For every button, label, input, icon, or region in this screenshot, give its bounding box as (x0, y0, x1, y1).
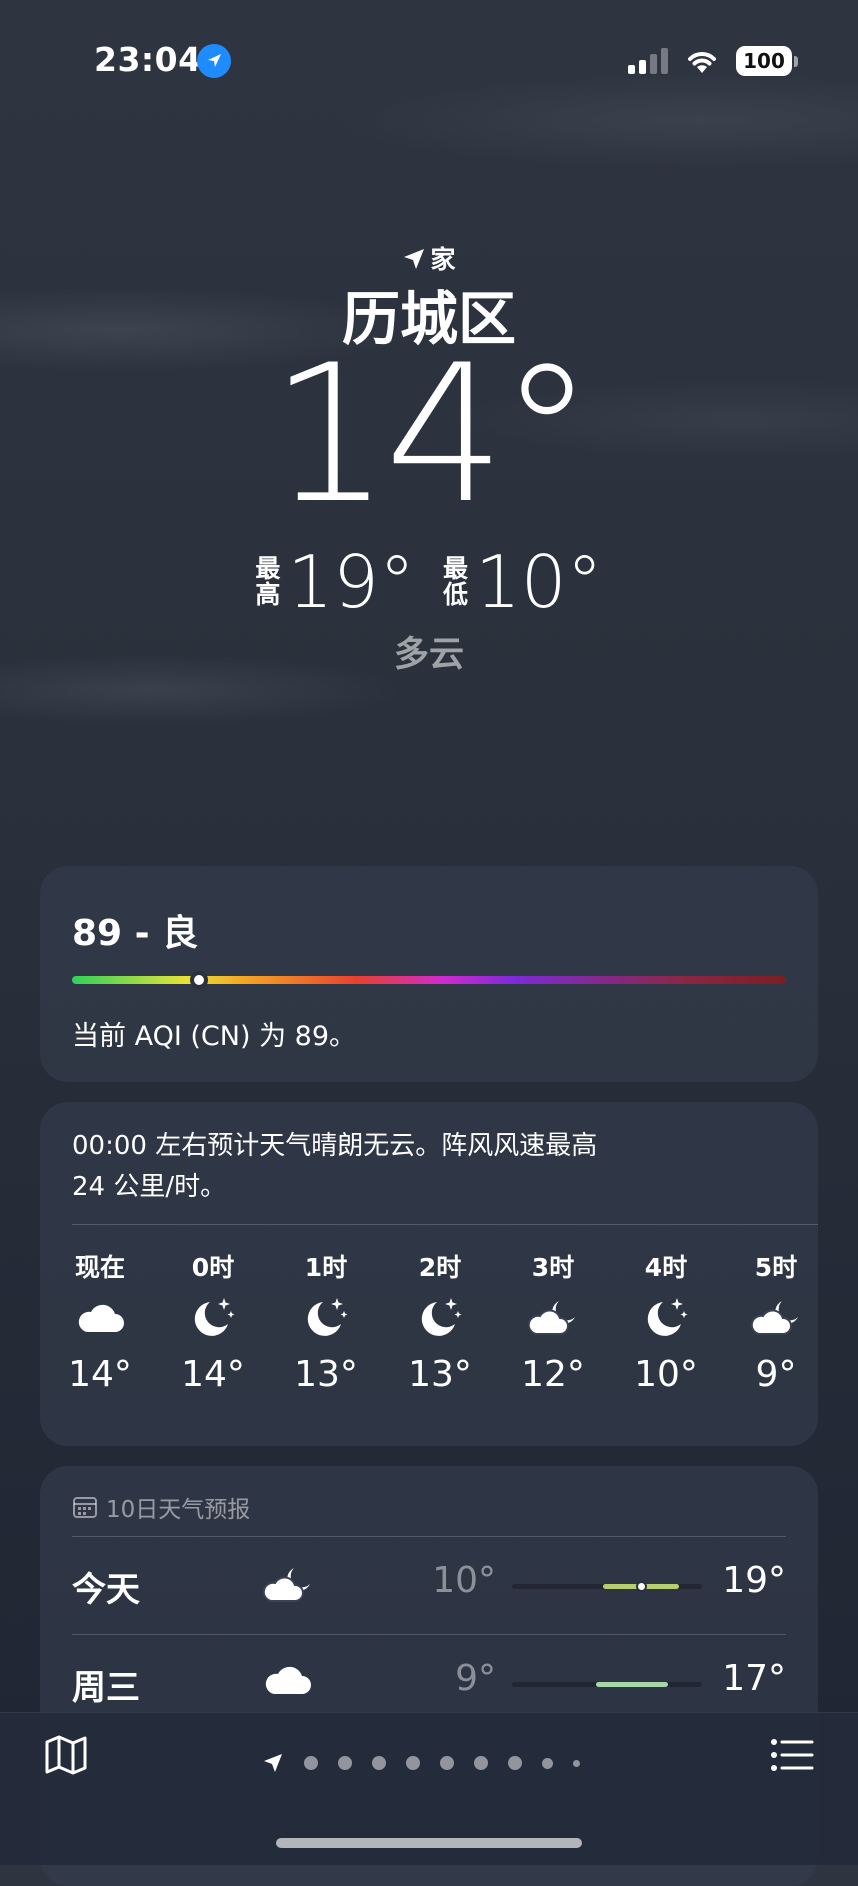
low-temperature: 10° (475, 540, 603, 624)
low-label: 最低 (443, 553, 469, 609)
weather-condition: 多云 (393, 635, 464, 675)
divider (72, 1536, 786, 1537)
moon-stars-icon (392, 1284, 488, 1350)
hour-temperature: 9° (755, 1354, 797, 1395)
status-indicators: 100 (628, 44, 798, 78)
hourly-item: 现在 14° (52, 1248, 148, 1395)
moon-stars-icon (278, 1284, 374, 1350)
aqi-indicator-dot (190, 971, 209, 989)
cloud-icon (52, 1284, 148, 1350)
hour-label: 5时 (754, 1253, 798, 1282)
home-indicator[interactable] (276, 1838, 582, 1848)
temperature-range-fill (595, 1682, 668, 1687)
forecast-day: 今天 (72, 1570, 140, 1610)
cloud-icon (262, 1662, 312, 1700)
hourly-item: 4时 10° (618, 1248, 714, 1395)
hour-temperature: 14° (181, 1354, 245, 1395)
hour-label: 4时 (644, 1253, 688, 1282)
hour-temperature: 13° (408, 1354, 472, 1395)
forecast-title: 10日天气预报 (106, 1497, 251, 1523)
forecast-high: 17° (722, 1658, 786, 1699)
hour-label: 1时 (304, 1253, 348, 1282)
page-dot[interactable] (338, 1756, 352, 1770)
hourly-item: 0时 14° (165, 1248, 261, 1395)
temperature-range-bar (512, 1581, 702, 1592)
hour-temperature: 13° (294, 1354, 358, 1395)
location-label: 家 (0, 240, 858, 276)
high-low-temperature: 最高 19° 最低 10° (0, 540, 858, 624)
page-dot[interactable] (440, 1756, 454, 1770)
page-dot[interactable] (474, 1756, 488, 1770)
aqi-description: 当前 AQI (CN) 为 89。 (72, 1021, 357, 1052)
location-arrow-icon (264, 1754, 282, 1772)
wifi-icon (688, 52, 716, 73)
forecast-low: 9° (455, 1658, 496, 1699)
page-dot[interactable] (508, 1756, 522, 1770)
high-label: 最高 (255, 553, 281, 609)
hourly-item: 5时 9° (728, 1248, 824, 1395)
summary-line: 00:00 左右预计天气晴朗无云。阵风风速最高 (72, 1131, 598, 1161)
high-temperature: 19° (287, 540, 415, 624)
cellular-signal-icon (628, 48, 668, 74)
calendar-icon (73, 1497, 97, 1518)
hour-label: 0时 (191, 1253, 235, 1282)
location-services-icon (197, 44, 231, 78)
hourly-item: 3时 12° (505, 1248, 601, 1395)
summary-line: 24 公里/时。 (72, 1172, 227, 1202)
battery-level: 100 (736, 46, 792, 76)
hourly-item: 1时 13° (278, 1248, 374, 1395)
hour-label: 现在 (74, 1253, 125, 1282)
map-icon[interactable] (44, 1734, 88, 1776)
moon-stars-icon (618, 1284, 714, 1350)
forecast-day: 周三 (72, 1668, 140, 1708)
battery-icon: 100 (736, 46, 798, 76)
hour-temperature: 14° (68, 1354, 132, 1395)
hourly-item: 2时 13° (392, 1248, 488, 1395)
page-dot[interactable] (406, 1756, 420, 1770)
status-time: 23:04 (94, 40, 202, 79)
hour-label: 2时 (418, 1253, 462, 1282)
current-temperature-dot (636, 1581, 648, 1592)
divider (72, 1634, 786, 1635)
page-dot[interactable] (304, 1756, 318, 1770)
aqi-title: 89 - 良 (72, 913, 199, 954)
hourly-summary: 00:00 左右预计天气晴朗无云。阵风风速最高 24 公里/时。 (72, 1126, 772, 1208)
list-icon[interactable] (770, 1738, 814, 1772)
page-dot[interactable] (372, 1756, 386, 1770)
cloud-moon-icon (505, 1284, 601, 1350)
aqi-scale-bar (72, 976, 786, 984)
hour-temperature: 10° (634, 1354, 698, 1395)
cloud-moon-icon (262, 1564, 314, 1608)
hour-temperature: 12° (521, 1354, 585, 1395)
temperature-range-bar (512, 1682, 702, 1687)
moon-stars-icon (165, 1284, 261, 1350)
location-name: 家 (430, 245, 456, 274)
forecast-high: 19° (722, 1560, 786, 1601)
divider (72, 1224, 818, 1225)
current-temperature: 14° (269, 324, 595, 545)
page-dot[interactable] (573, 1759, 580, 1767)
hourly-forecast-card[interactable]: 00:00 左右预计天气晴朗无云。阵风风速最高 24 公里/时。 现在 14° 0时… (40, 1102, 818, 1446)
air-quality-card[interactable]: 89 - 良 当前 AQI (CN) 为 89。 (40, 866, 818, 1082)
page-dot[interactable] (542, 1757, 553, 1769)
cloud-moon-icon (728, 1284, 824, 1350)
forecast-low: 10° (432, 1560, 496, 1601)
page-indicator[interactable] (262, 1752, 580, 1774)
forecast-header: 10日天气预报 (72, 1490, 250, 1524)
hour-label: 3时 (531, 1253, 575, 1282)
location-arrow-icon (404, 249, 425, 269)
